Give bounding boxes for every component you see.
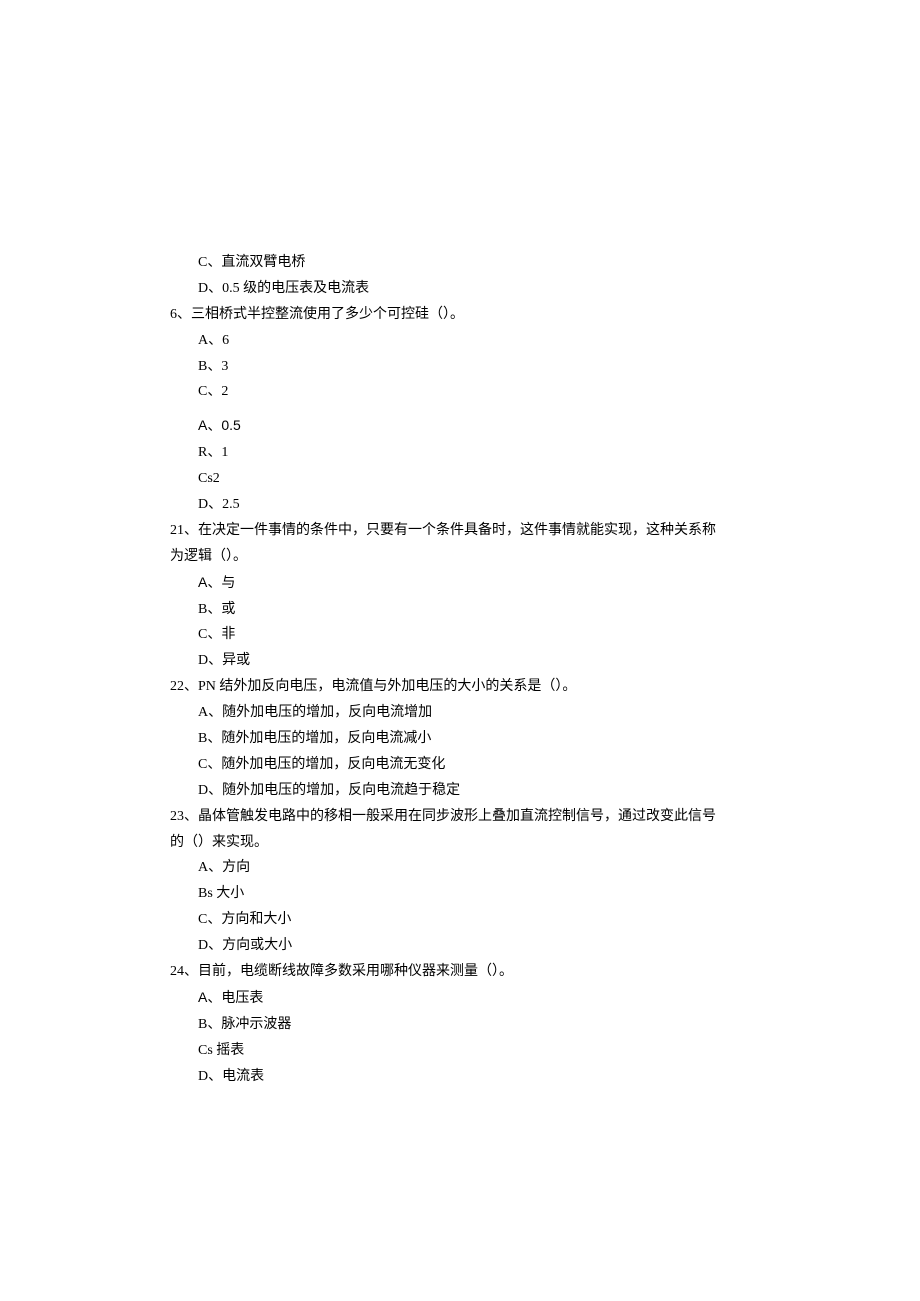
document-page: C、直流双臂电桥 D、0.5 级的电压表及电流表 6、三相桥式半控整流使用了多少… [0, 0, 920, 1230]
question-21-option-c: C、非 [170, 622, 750, 648]
question-22-option-d: D、随外加电压的增加，反向电流趋于稳定 [170, 778, 750, 804]
question-23-option-a: A、方向 [170, 855, 750, 881]
question-23-option-d: D、方向或大小 [170, 933, 750, 959]
question-23-option-bs: Bs 大小 [170, 881, 750, 907]
question-6-text: 6、三相桥式半控整流使用了多少个可控硅（）。 [170, 302, 750, 328]
question-21-option-a: A、与 [170, 570, 750, 597]
question-21-option-d: D、异或 [170, 648, 750, 674]
question-24-option-cs: Cs 摇表 [170, 1038, 750, 1064]
question-23-text-line2: 的（）来实现。 [170, 830, 750, 856]
spacer [170, 405, 750, 413]
question-6-option-a: A、6 [170, 328, 750, 354]
question-21-option-b: B、或 [170, 597, 750, 623]
question-5-option-c: C、直流双臂电桥 [170, 250, 750, 276]
question-extra-option-d: D、2.5 [170, 492, 750, 518]
question-extra-option-a: A、0.5 [170, 413, 750, 440]
question-22-text: 22、PN 结外加反向电压，电流值与外加电压的大小的关系是（）。 [170, 674, 750, 700]
question-21-text-line2: 为逻辑（）。 [170, 544, 750, 570]
question-extra-option-r: R、1 [170, 440, 750, 466]
question-21-text-line1: 21、在决定一件事情的条件中，只要有一个条件具备时，这件事情就能实现，这种关系称 [170, 518, 750, 544]
question-24-text: 24、目前，电缆断线故障多数采用哪种仪器来测量（）。 [170, 959, 750, 985]
question-6-option-b: B、3 [170, 354, 750, 380]
question-extra-option-cs2: Cs2 [170, 466, 750, 492]
question-24-option-a: A、电压表 [170, 985, 750, 1012]
question-23-text-line1: 23、晶体管触发电路中的移相一般采用在同步波形上叠加直流控制信号，通过改变此信号 [170, 804, 750, 830]
question-5-option-d: D、0.5 级的电压表及电流表 [170, 276, 750, 302]
question-24-option-b: B、脉冲示波器 [170, 1012, 750, 1038]
question-22-option-c: C、随外加电压的增加，反向电流无变化 [170, 752, 750, 778]
question-22-option-b: B、随外加电压的增加，反向电流减小 [170, 726, 750, 752]
question-22-option-a: A、随外加电压的增加，反向电流增加 [170, 700, 750, 726]
question-24-option-d: D、电流表 [170, 1064, 750, 1090]
question-6-option-c: C、2 [170, 379, 750, 405]
question-23-option-c: C、方向和大小 [170, 907, 750, 933]
